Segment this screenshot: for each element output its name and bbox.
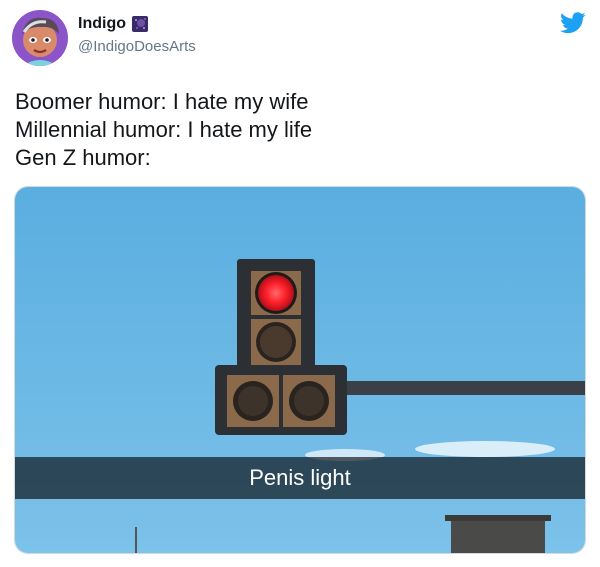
tweet-text-line: Boomer humor: I hate my wife: [15, 89, 309, 114]
tweet-media-image[interactable]: Penis light: [14, 186, 586, 554]
tweet-text-line: Gen Z humor:: [15, 145, 151, 170]
image-caption: Penis light: [249, 465, 351, 490]
snapchat-caption-bar: Penis light: [15, 457, 585, 499]
author-handle[interactable]: @IndigoDoesArts: [78, 38, 196, 55]
author-name-row: Indigo: [78, 14, 196, 34]
author-info: Indigo @IndigoDoesArts: [78, 14, 196, 55]
illustrated-avatar-icon: [12, 10, 68, 66]
tweet-card: Indigo @IndigoDoesArts Boomer humor: I h…: [0, 0, 600, 567]
author-avatar[interactable]: [12, 10, 68, 66]
tweet-text: Boomer humor: I hate my wife Millennial …: [15, 88, 312, 172]
tweet-text-line: Millennial humor: I hate my life: [15, 117, 313, 142]
twitter-bird-icon[interactable]: [560, 12, 586, 34]
galaxy-emoji-icon: [131, 16, 148, 32]
author-display-name[interactable]: Indigo: [78, 15, 126, 33]
